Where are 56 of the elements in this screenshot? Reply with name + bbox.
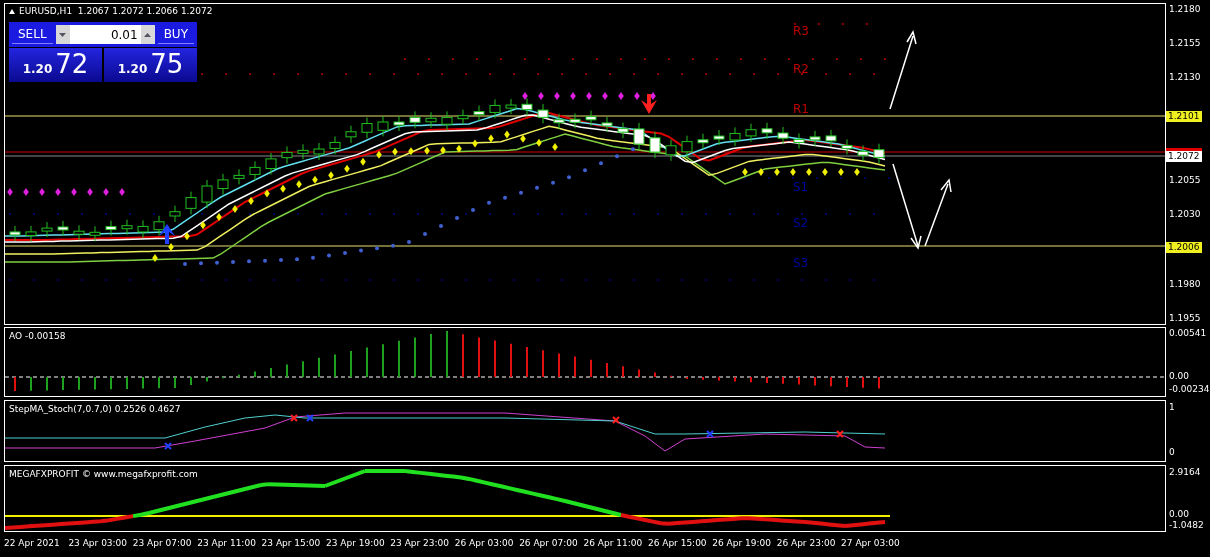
price-axis-label: 1.2130 — [1169, 71, 1201, 83]
axis-label: 0.00 — [1169, 370, 1190, 382]
price-axis-label: 1.2055 — [1169, 174, 1201, 186]
indicator-label: MEGAFXPROFIT © www.megafxprofit.com — [9, 469, 198, 479]
chart-title: EURUSD,H1 1.2067 1.2072 1.2066 1.2072 — [19, 6, 213, 17]
axis-label: 1 — [1169, 401, 1175, 413]
time-axis-label: 23 Apr 15:00 — [261, 538, 322, 548]
pivot-label: S2 — [793, 216, 809, 230]
price-prefix: 1.20 — [22, 62, 53, 76]
indicator-label: AO -0.00158 — [9, 331, 66, 341]
price-axis-label: 1.1980 — [1169, 278, 1201, 290]
price-axis-label: 1.2180 — [1169, 3, 1201, 15]
pivot-label: R2 — [793, 62, 809, 76]
pivot-label: R3 — [793, 24, 809, 38]
time-axis-label: 23 Apr 23:00 — [390, 538, 451, 548]
price-tag: 1.2072 — [1166, 148, 1202, 162]
price-axis-label: 1.2155 — [1169, 37, 1201, 49]
time-axis-label: 23 Apr 03:00 — [68, 538, 129, 548]
pivot-label: R1 — [793, 102, 809, 116]
time-axis-label: 26 Apr 15:00 — [647, 538, 708, 548]
time-axis-label: 22 Apr 2021 — [4, 538, 61, 548]
axis-label: 2.9164 — [1169, 466, 1201, 478]
lot-size-field[interactable]: 0.01 — [69, 25, 141, 44]
axis-label: 0 — [1169, 446, 1175, 458]
triangle-icon[interactable] — [9, 9, 15, 14]
indicator-label: StepMA_Stoch(7,0.7,0) 0.2526 0.4627 — [9, 404, 181, 414]
buy-price-box[interactable]: 1.20 75 — [104, 48, 197, 82]
time-axis-label: 23 Apr 07:00 — [132, 538, 193, 548]
price-pips: 75 — [150, 48, 184, 80]
time-axis-label: 26 Apr 11:00 — [583, 538, 644, 548]
time-axis-label: 26 Apr 07:00 — [519, 538, 579, 548]
sell-price-box[interactable]: 1.20 72 — [9, 48, 102, 82]
up-caret-icon — [144, 32, 152, 37]
time-axis-label: 26 Apr 19:00 — [712, 538, 772, 548]
decrease-button[interactable] — [55, 25, 70, 44]
time-axis-label: 23 Apr 19:00 — [325, 538, 386, 548]
time-axis-label: 26 Apr 23:00 — [776, 538, 837, 548]
axis-label: 0.00541 — [1169, 327, 1207, 339]
axis-label: -0.00234 — [1169, 383, 1210, 395]
down-arrow-icon — [641, 94, 657, 114]
price-tag: 1.2006 — [1166, 242, 1202, 253]
down-caret-icon — [59, 32, 67, 37]
time-axis-label: 27 Apr 03:00 — [841, 538, 901, 548]
price-axis-label: 1.2030 — [1169, 208, 1201, 220]
price-prefix: 1.20 — [117, 62, 148, 76]
price-pips: 72 — [55, 48, 89, 80]
forecast-arrow — [924, 178, 952, 247]
time-axis-label: 26 Apr 03:00 — [454, 538, 515, 548]
pivot-label: S1 — [793, 180, 809, 194]
pivot-label: S3 — [793, 256, 809, 270]
axis-label: -1.0482 — [1169, 519, 1204, 531]
axis-label: 0.00 — [1169, 508, 1190, 520]
up-arrow-icon — [159, 224, 175, 244]
price-tag: 1.2101 — [1166, 111, 1202, 122]
price-axis-label: 1.1955 — [1169, 312, 1201, 324]
time-axis-label: 23 Apr 11:00 — [197, 538, 257, 548]
